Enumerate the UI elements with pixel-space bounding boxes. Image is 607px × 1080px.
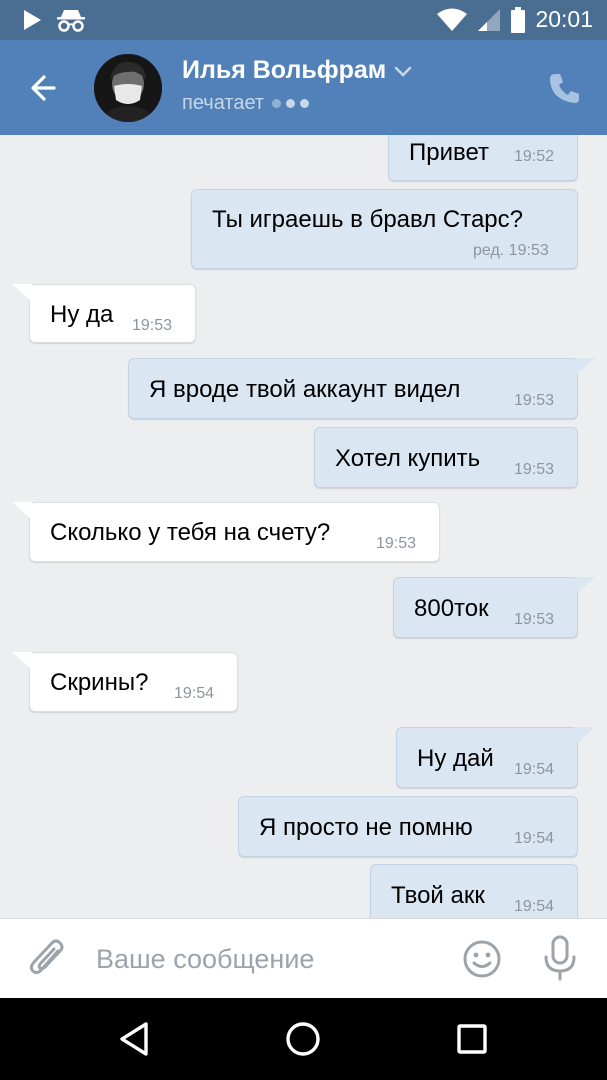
message-text: Я вроде твой аккаунт видел [149,376,461,403]
back-triangle-icon [120,1022,148,1056]
message-text: Ну да [50,301,114,328]
voice-record-button[interactable] [542,935,578,981]
status-bar: 20:01 [0,0,607,40]
typing-indicator: печатает [182,92,310,115]
message-outgoing[interactable]: Ну дай 19:54 [396,727,578,788]
emoji-icon [463,940,501,978]
bubble-tail [12,502,32,520]
status-time: 20:01 [535,6,593,32]
message-text: Ну дай [417,745,494,772]
message-time: 19:53 [514,461,555,478]
message-text: Хотел купить [335,445,481,472]
phone-icon [550,74,579,103]
status-bar-right: 20:01 [437,6,593,33]
message-time: 19:53 [514,392,555,409]
nav-back-button[interactable] [114,1018,156,1060]
message-text: Я просто не помню [259,814,473,841]
message-time: 19:54 [514,898,555,915]
message-time: 19:52 [514,148,555,165]
message-time: ред. 19:53 [473,242,549,259]
nav-home-button[interactable] [282,1018,324,1060]
emoji-button[interactable] [462,939,502,979]
message-time: 19:53 [132,317,173,334]
message-text: Твой акк [391,882,485,909]
signal-icon [478,8,501,31]
avatar-image [94,54,162,122]
back-button[interactable] [24,68,68,108]
avatar[interactable] [94,54,162,122]
bubble-tail [12,284,32,302]
bubble-tail [12,652,32,670]
play-icon [24,10,41,30]
typing-dots-icon [272,99,310,108]
message-time: 19:53 [376,535,417,552]
back-arrow-icon [31,75,56,101]
bubble-tail [575,727,595,745]
bubble-tail [575,358,595,376]
battery-icon [511,6,526,33]
wifi-icon [437,8,468,31]
message-outgoing[interactable]: Ты играешь в бравл Старс? ред. 19:53 [191,189,578,269]
message-outgoing[interactable]: Я вроде твой аккаунт видел 19:53 [128,358,578,419]
chat-header: Илья Вольфрам печатает [0,40,607,135]
home-circle-icon [286,1022,320,1056]
message-text: Привет [409,139,490,166]
incognito-icon [57,10,85,32]
typing-status: печатает [182,92,265,114]
message-outgoing[interactable]: Привет 19:52 [388,135,578,181]
status-bar-left [22,8,86,32]
chevron-down-icon[interactable] [394,66,412,78]
message-incoming[interactable]: Ну да 19:53 [29,284,196,343]
message-composer [0,918,607,998]
message-text: Сколько у тебя на счету? [50,519,331,546]
bubble-tail [575,577,595,595]
system-nav-bar [0,998,607,1080]
nav-recents-button[interactable] [451,1018,493,1060]
message-outgoing[interactable]: Я просто не помню 19:54 [238,796,578,857]
message-outgoing[interactable]: 800ток 19:53 [393,577,578,638]
contact-name[interactable]: Илья Вольфрам [182,56,386,85]
message-outgoing[interactable]: Хотел купить 19:53 [314,427,578,488]
message-list[interactable]: Привет 19:52 Ты играешь в бравл Старс? р… [0,135,607,918]
message-text: Скрины? [50,669,149,696]
microphone-icon [544,935,576,981]
message-incoming[interactable]: Скрины? 19:54 [29,652,238,712]
message-text: 800ток [414,595,489,622]
message-input[interactable] [96,941,436,977]
message-time: 19:54 [514,830,555,847]
message-time: 19:54 [514,761,555,778]
message-outgoing[interactable]: Твой акк 19:54 [370,864,578,918]
recents-square-icon [457,1024,487,1054]
message-text: Ты играешь в бравл Старс? [212,206,523,233]
message-incoming[interactable]: Сколько у тебя на счету? 19:53 [29,502,440,562]
attach-button[interactable] [28,937,68,981]
message-time: 19:54 [174,685,215,702]
message-time: 19:53 [514,611,555,628]
paperclip-icon [29,939,64,975]
call-button[interactable] [547,70,583,106]
